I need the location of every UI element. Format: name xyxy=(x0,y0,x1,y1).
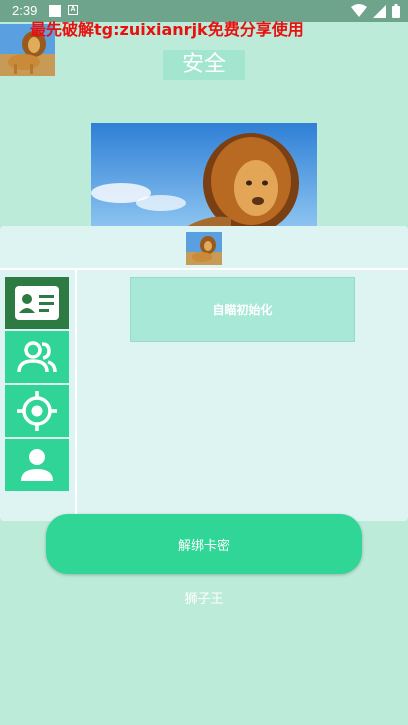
user-icon xyxy=(21,449,53,481)
sidebar-item-card[interactable] xyxy=(5,277,69,329)
hero-image xyxy=(91,123,317,227)
battery-icon xyxy=(392,4,400,18)
aim-init-button[interactable]: 自瞄初始化 xyxy=(130,277,355,342)
sidebar-item-user[interactable] xyxy=(5,439,69,491)
panel-divider xyxy=(0,268,408,270)
page-title: 安全 xyxy=(163,50,245,80)
lion-image xyxy=(91,123,317,227)
banner-text: 最先破解tg:zuixianrjk免费分享使用 xyxy=(30,20,304,39)
sidebar-item-aim[interactable] xyxy=(5,385,69,437)
signal-icon xyxy=(373,4,386,18)
crosshair-icon xyxy=(17,391,57,431)
lion-image xyxy=(186,232,222,265)
sidebar-item-users[interactable] xyxy=(5,331,69,383)
wifi-icon xyxy=(351,4,367,17)
unbind-card-button[interactable]: 解绑卡密 xyxy=(46,514,362,574)
id-card-icon xyxy=(15,286,59,320)
accessibility-icon: A xyxy=(68,5,78,15)
panel-thumbnail xyxy=(186,232,222,265)
sidebar-divider xyxy=(75,270,77,521)
users-icon xyxy=(17,341,57,373)
main-panel: 自瞄初始化 xyxy=(0,226,408,521)
footer-label: 狮子王 xyxy=(184,592,224,607)
